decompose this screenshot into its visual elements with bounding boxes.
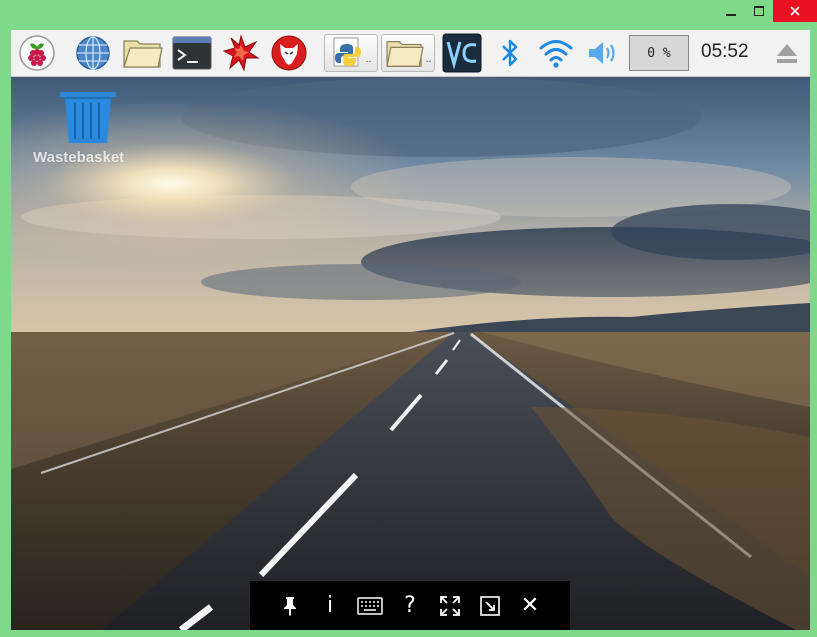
wastebasket-label: Wastebasket <box>33 149 125 166</box>
wolfram-icon <box>271 35 307 71</box>
info-icon: i <box>326 593 334 618</box>
wastebasket-desktop-icon[interactable]: Wastebasket <box>29 91 149 166</box>
cpu-usage-monitor[interactable]: 0 % <box>629 35 689 71</box>
minimize-icon <box>726 14 736 16</box>
bluetooth-tray-button[interactable] <box>495 34 525 72</box>
keyboard-icon <box>357 596 383 615</box>
close-icon <box>790 6 800 16</box>
close-button[interactable] <box>773 0 817 22</box>
desktop[interactable]: Wastebasket i ? ✕ <box>11 77 810 630</box>
folder-window-task[interactable]: .. <box>381 34 435 72</box>
scale-to-window-icon <box>480 595 500 616</box>
help-button[interactable]: ? <box>390 586 430 626</box>
globe-icon <box>76 36 110 70</box>
terminal-launcher[interactable] <box>171 34 213 72</box>
host-window: { "host_window": { "controls": { "minimi… <box>0 0 817 637</box>
fullscreen-button[interactable] <box>430 586 470 626</box>
pin-icon <box>284 596 296 616</box>
python-window-task[interactable]: .. <box>324 34 378 72</box>
menu-button[interactable] <box>17 34 57 72</box>
trash-icon <box>60 92 116 143</box>
mathematica-icon <box>222 34 260 72</box>
disconnect-button[interactable]: ✕ <box>510 586 550 626</box>
scale-button[interactable] <box>470 586 510 626</box>
fullscreen-icon <box>440 595 460 616</box>
remote-desktop-viewport[interactable]: .. .. 0 % 05:52 Wastebasket i ? ✕ <box>11 30 810 630</box>
raspberry-pi-icon <box>19 35 55 71</box>
folder-icon <box>385 41 424 67</box>
terminal-icon <box>172 36 212 70</box>
vnc-viewer-toolbar: i ? ✕ <box>250 581 570 630</box>
top-panel: .. .. 0 % 05:52 <box>11 30 810 77</box>
wifi-tray-button[interactable] <box>537 34 575 72</box>
wolfram-launcher[interactable] <box>269 34 309 72</box>
window-controls <box>717 0 817 24</box>
web-browser-launcher[interactable] <box>73 34 113 72</box>
maximize-button[interactable] <box>745 0 773 22</box>
file-manager-launcher[interactable] <box>121 34 165 72</box>
cpu-usage-value: 0 % <box>647 45 671 61</box>
folder-icon <box>123 40 163 68</box>
vnc-icon <box>442 33 482 73</box>
bluetooth-icon <box>502 39 518 67</box>
help-icon: ? <box>404 593 416 618</box>
wifi-icon <box>539 40 573 68</box>
python-icon <box>333 37 361 67</box>
eject-button[interactable] <box>771 34 803 72</box>
clock[interactable]: 05:52 <box>701 41 749 63</box>
pin-toolbar-button[interactable] <box>270 586 310 626</box>
task-suffix: .. <box>365 55 372 65</box>
eject-icon <box>777 44 797 63</box>
info-button[interactable]: i <box>310 586 350 626</box>
volume-tray-button[interactable] <box>585 34 621 72</box>
maximize-icon <box>754 6 764 16</box>
mathematica-launcher[interactable] <box>221 34 261 72</box>
close-icon: ✕ <box>520 593 540 618</box>
keyboard-button[interactable] <box>350 586 390 626</box>
vnc-tray-button[interactable] <box>441 33 483 73</box>
task-suffix: .. <box>425 55 432 65</box>
volume-icon <box>589 42 615 64</box>
minimize-button[interactable] <box>717 0 745 22</box>
